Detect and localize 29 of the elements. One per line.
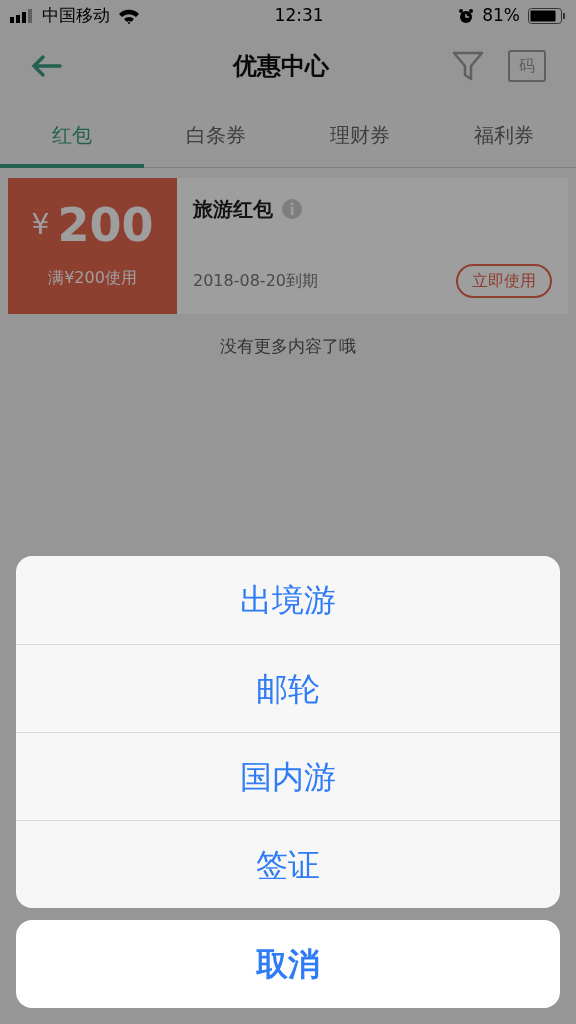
wifi-icon <box>118 8 140 24</box>
battery-icon <box>528 8 566 24</box>
tab[interactable]: 白条券 <box>144 100 288 168</box>
back-button[interactable] <box>30 53 62 79</box>
filter-button[interactable] <box>452 50 484 82</box>
carrier-name: 中国移动 <box>42 4 110 28</box>
tab[interactable]: 理财券 <box>288 100 432 168</box>
battery-percent: 81% <box>482 4 520 28</box>
tab[interactable]: 红包 <box>0 100 144 168</box>
expiry-date: 2018-08-20到期 <box>193 270 318 292</box>
signal-icon <box>10 9 34 23</box>
coupon-condition: 满¥200使用 <box>48 267 137 289</box>
filter-icon <box>452 50 484 82</box>
action-sheet-option[interactable]: 国内游 <box>16 732 560 820</box>
action-sheet-option[interactable]: 出境游 <box>16 556 560 644</box>
list-end-text: 没有更多内容了哦 <box>220 335 356 358</box>
page-title: 优惠中心 <box>231 51 330 82</box>
tab[interactable]: 福利券 <box>432 100 576 168</box>
coupon-name: 旅游红包 <box>193 196 273 223</box>
alarm-icon <box>458 8 475 24</box>
back-arrow-icon <box>30 54 62 79</box>
cancel-button[interactable]: 取消 <box>16 920 560 1008</box>
info-icon <box>281 198 303 220</box>
coupon-amount: 200 <box>57 202 154 248</box>
currency-symbol: ¥ <box>31 207 50 243</box>
action-sheet-option[interactable]: 邮轮 <box>16 644 560 732</box>
status-time: 12:31 <box>273 4 325 28</box>
action-sheet-option[interactable]: 签证 <box>16 820 560 908</box>
use-now-button[interactable]: 立即使用 <box>456 264 552 298</box>
